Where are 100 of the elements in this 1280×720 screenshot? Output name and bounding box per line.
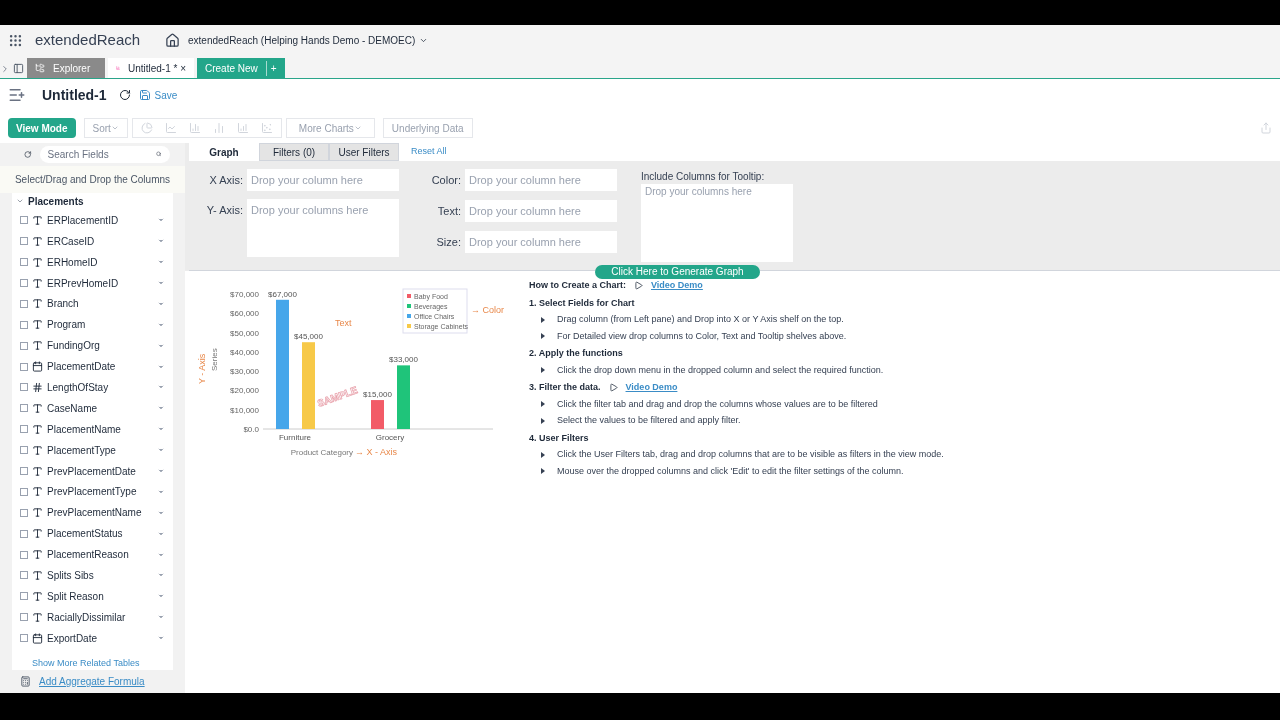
field-name: PrevPlacementDate (47, 464, 137, 479)
share-icon[interactable] (1260, 122, 1272, 134)
checkbox[interactable] (20, 299, 28, 308)
text-type-icon (32, 590, 43, 602)
field-item[interactable]: PlacementDate (12, 356, 173, 377)
checkbox[interactable] (20, 425, 28, 434)
tick-label: $30,000 (230, 367, 259, 377)
reset-all-link[interactable]: Reset All (399, 144, 459, 158)
video-demo-link[interactable]: Video Demo (625, 381, 678, 395)
document-tab[interactable]: Untitled-1 * × (108, 58, 194, 78)
show-more-link[interactable]: Show More Related Tables (12, 656, 173, 671)
checkbox[interactable] (20, 634, 28, 643)
text-type-icon (32, 549, 43, 561)
field-item[interactable]: PlacementReason (12, 544, 173, 566)
annotation-label: Text (335, 318, 352, 328)
tooltip-drop-field[interactable]: Drop your columns here (641, 184, 793, 262)
drop-field[interactable]: Drop your column here (465, 200, 617, 222)
home-icon[interactable] (165, 32, 180, 48)
checkbox[interactable] (20, 320, 28, 329)
drop-field[interactable]: Drop your columns here (247, 199, 399, 257)
checkbox[interactable] (20, 446, 28, 455)
drop-field[interactable]: Drop your column here (247, 169, 399, 191)
drop-field[interactable]: Drop your column here (465, 169, 617, 191)
field-item[interactable]: Split Reason (12, 585, 173, 607)
panel-tab[interactable]: User Filters (329, 143, 399, 161)
pie-chart-icon[interactable] (140, 122, 153, 134)
drop-field[interactable]: Drop your column here (465, 231, 617, 253)
legend-background (402, 288, 468, 334)
field-item[interactable]: Splits Sibs (12, 565, 173, 586)
bar-chart-icon[interactable] (236, 122, 249, 134)
apps-icon[interactable] (8, 32, 23, 48)
field-item[interactable]: ERCaseID (12, 230, 173, 252)
dropdown-icon[interactable] (157, 279, 165, 287)
list-add-icon[interactable] (8, 86, 26, 104)
step-text: Click the filter tab and drag and drop the columns whose values are to be filtered (557, 397, 878, 411)
field-item[interactable]: CaseName (12, 397, 173, 419)
field-item[interactable]: PlacementStatus (12, 523, 173, 545)
checkbox[interactable] (20, 592, 28, 601)
checkbox[interactable] (20, 571, 28, 580)
panel-icon[interactable] (13, 63, 24, 74)
checkbox[interactable] (20, 258, 28, 267)
checkbox[interactable] (20, 383, 28, 392)
field-item[interactable]: ERPlacementID (12, 209, 173, 231)
checkbox[interactable] (20, 508, 28, 517)
field-item[interactable]: RaciallyDissimilar (12, 606, 173, 628)
field-item[interactable]: PlacementType (12, 439, 173, 461)
checkbox[interactable] (20, 550, 28, 559)
field-item[interactable]: Branch (12, 293, 173, 315)
video-icon[interactable] (634, 281, 643, 291)
checkbox[interactable] (20, 487, 28, 496)
panel-tab[interactable]: Filters (0) (259, 143, 329, 161)
field-item[interactable]: FundingOrg (12, 335, 173, 357)
field-name: PlacementReason (47, 548, 130, 563)
save-button[interactable]: Save (138, 87, 178, 103)
field-item[interactable]: PrevPlacementDate (12, 460, 173, 482)
field-item[interactable]: LengthOfStay (12, 377, 173, 398)
shelf-label: X Axis: (208, 173, 243, 188)
line-chart-icon[interactable] (164, 122, 177, 134)
table-name[interactable]: Placements (28, 193, 84, 209)
step-text: Select the values to be filtered and apply filter. (557, 414, 741, 427)
tick-label: $60,000 (230, 309, 259, 319)
text-type-icon (32, 277, 43, 289)
checkbox[interactable] (20, 362, 28, 371)
field-item[interactable]: ERPrevHomeID (12, 272, 173, 294)
text-type-icon (32, 298, 43, 310)
checkbox[interactable] (20, 404, 28, 413)
field-name: PrevPlacementName (47, 506, 143, 521)
field-item[interactable]: ExportDate (12, 627, 173, 649)
formula-icon[interactable] (20, 676, 31, 688)
scatter-chart-icon[interactable] (260, 122, 273, 134)
bar-chart-icon[interactable] (188, 122, 201, 134)
expand-icon[interactable] (0, 64, 10, 74)
search-field[interactable]: Search Fields (39, 145, 170, 163)
checkbox[interactable] (20, 529, 28, 538)
video-icon[interactable] (608, 383, 618, 393)
shelf-label: Y- Axis: (205, 203, 243, 218)
field-item[interactable]: PlacementName (12, 418, 173, 440)
workspace-dropdown[interactable]: extendedReach (Helping Hands Demo - DEMOEC) (188, 32, 429, 48)
field-item[interactable]: PrevPlacementType (12, 481, 173, 503)
field-name: RaciallyDissimilar (47, 610, 127, 625)
checkbox[interactable] (20, 216, 28, 225)
text-type-icon (32, 486, 43, 498)
field-item[interactable]: PrevPlacementName (12, 502, 173, 524)
field-name: PlacementName (47, 422, 122, 437)
bullet-icon (541, 417, 545, 424)
dropdown-icon[interactable] (157, 467, 165, 475)
field-item[interactable]: Program (12, 314, 173, 336)
bullet-icon (541, 316, 545, 323)
checkbox[interactable] (20, 279, 28, 287)
video-demo-link[interactable]: Video Demo (651, 279, 703, 293)
checkbox[interactable] (20, 237, 28, 246)
text-type-icon (32, 402, 43, 414)
field-item[interactable]: ERHomeID (12, 251, 173, 273)
refresh-icon[interactable] (118, 89, 131, 101)
checkbox[interactable] (20, 341, 28, 350)
checkbox[interactable] (20, 613, 28, 622)
checkbox[interactable] (20, 467, 28, 475)
bar-chart-icon[interactable] (212, 122, 225, 134)
annotation-label: → Color (471, 305, 504, 315)
axis-title: Product Category (290, 448, 353, 457)
